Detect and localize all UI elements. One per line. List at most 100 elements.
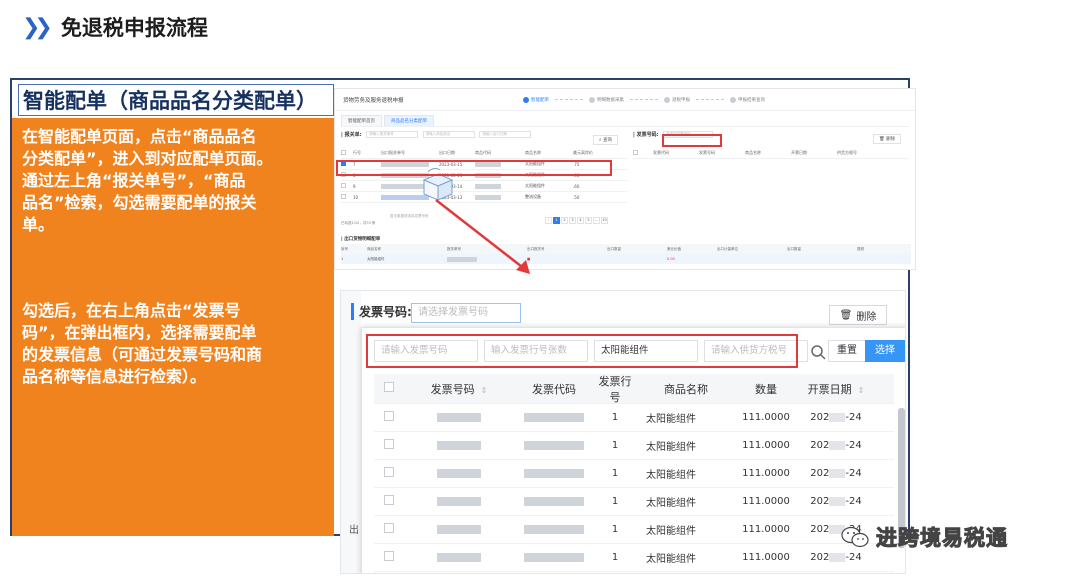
redacted-invoice-code <box>514 468 594 479</box>
page-button[interactable]: 3 <box>569 217 576 224</box>
table-row[interactable]: 1 太阳能组件 111.0000 202-24 <box>374 516 894 544</box>
date-part: -24 <box>845 552 862 563</box>
column-header: 行号 <box>353 150 361 155</box>
step-connector <box>630 99 658 100</box>
product-name: 太阳能组件 <box>646 554 696 565</box>
highlight-filter-row <box>366 334 798 368</box>
table-row[interactable]: 1 太阳能组件 111.0000 202-24 <box>374 404 894 432</box>
column-header: 发票号码 <box>699 150 715 155</box>
table-header: 发票代码 发票号码 商品名称 开票日期 供货方税号 <box>633 148 909 159</box>
page-button[interactable]: 4 <box>577 217 584 224</box>
header-checkbox[interactable] <box>633 150 653 156</box>
product-name-input[interactable]: 请输入商品品名 <box>422 131 475 138</box>
date-part: 202 <box>810 496 830 507</box>
product-name: 太阳能组件 <box>646 498 696 509</box>
page-button[interactable]: 10 <box>601 217 608 224</box>
table-row[interactable]: 1 太阳能组件 111.0000 202 -24 <box>374 488 894 516</box>
delete-label: 删除 <box>886 137 896 142</box>
step-connector <box>696 99 724 100</box>
line-number: 1 <box>611 496 619 507</box>
header-checkbox[interactable] <box>374 382 404 395</box>
row-number: 9 <box>353 183 356 189</box>
row-checkbox[interactable] <box>374 467 404 480</box>
column-header: 出口数量 <box>787 246 801 251</box>
delete-button[interactable]: 🗑 删除 <box>829 305 887 325</box>
checkbox-icon <box>384 382 394 392</box>
column-header: 商品代码 <box>475 150 491 155</box>
date-part: 202 <box>810 440 830 451</box>
sort-icon: ⇕ <box>480 385 488 395</box>
date-part: -24 <box>845 468 862 479</box>
instruction-line: 在智能配单页面，点击“商品品名 <box>22 127 257 146</box>
step-1[interactable]: 智能配单 <box>523 96 549 103</box>
search-icon[interactable] <box>810 344 826 360</box>
checkbox-icon <box>633 150 638 155</box>
query-button[interactable]: ⌕ 查询 <box>593 135 618 145</box>
instruction-line: 码”，在弹出框内，选择需要配单 <box>22 323 257 342</box>
tab-smart-home[interactable]: 智能配单首页 <box>341 115 382 126</box>
row-checkbox[interactable] <box>374 551 404 564</box>
line-number: 1 <box>611 468 619 479</box>
redacted-invoice-code <box>514 412 594 423</box>
column-header: 出口日期 <box>439 150 455 155</box>
redacted-invoice-number <box>404 468 514 479</box>
product-name: 太阳能组件 <box>646 442 696 453</box>
table-row[interactable]: 1 太阳能组件 111.0000 202-24 <box>374 544 894 572</box>
invoice-label: | 发票号码: <box>633 132 659 138</box>
column-header[interactable]: 发票号码 ⇕ <box>404 381 514 397</box>
header-checkbox[interactable] <box>341 150 353 156</box>
row-checkbox[interactable] <box>374 495 404 508</box>
table-row[interactable]: 9 2023-03-14 太阳能组件 .60 <box>341 181 627 192</box>
row-checkbox[interactable] <box>341 183 353 189</box>
page-button[interactable]: 1 <box>553 217 560 224</box>
invoice-delete-button[interactable]: 🗑 删除 <box>873 134 902 144</box>
delete-label: 删除 <box>856 311 877 323</box>
step-dot-icon <box>589 96 595 103</box>
date-part: -24 <box>845 496 862 507</box>
fob-value: .60 <box>573 183 580 189</box>
side-text: 出 <box>349 525 359 536</box>
checkbox-icon <box>384 411 394 421</box>
detail-header: 序号 商品名称 报关单号 出口报关号 出口数量 美元价值 出口计量单位 出口数量… <box>341 244 911 254</box>
date-part: 202 <box>810 552 830 563</box>
table-row[interactable]: 1 太阳能组件 111.0000 202-24 <box>374 432 894 460</box>
step-3[interactable]: 退税申报 <box>664 96 690 103</box>
detail-row[interactable]: 1 太阳能组件 ■ 0.00 <box>341 254 911 264</box>
step-dot-icon <box>664 96 670 103</box>
export-date-input[interactable]: 请输入出口日期 <box>479 131 532 138</box>
instruction-line: 品名”检索，勾选需要配单的报关 <box>22 193 257 212</box>
pagination: ‹ 1 2 3 4 5 ... 10 <box>545 217 608 224</box>
row-checkbox[interactable] <box>374 439 404 452</box>
invoice-number-label: 发票号码: <box>351 303 412 320</box>
select-button[interactable]: 选择 <box>865 340 905 362</box>
column-header: 商品名称 <box>525 150 541 155</box>
step-4[interactable]: 申报结果查询 <box>730 96 765 103</box>
line-number: 1 <box>611 412 619 423</box>
table-row[interactable]: 1 太阳能组件 111.0000 202-24 <box>374 460 894 488</box>
issue-date: 202 -24 <box>796 468 876 479</box>
quantity: 111.0000 <box>742 468 790 479</box>
quantity: 111.0000 <box>742 496 790 507</box>
arrow-icon <box>435 199 530 274</box>
row-checkbox[interactable] <box>341 194 353 200</box>
redacted-invoice-code <box>514 440 594 451</box>
row-checkbox[interactable] <box>374 523 404 536</box>
instruction-line: 品名称等信息进行检索）。 <box>22 367 207 386</box>
column-header[interactable]: 开票日期 ⇕ <box>796 381 876 397</box>
invoice-number-select[interactable]: 请选择发票号码 <box>411 303 521 323</box>
page-button[interactable]: 2 <box>561 217 568 224</box>
column-header: 出口数量 <box>607 246 621 251</box>
tab-product-category-matching[interactable]: 商品品名分类配单 <box>384 115 434 126</box>
issue-date: 202 -24 <box>796 552 876 563</box>
page-ellipsis: ... <box>593 217 600 224</box>
date-part: 202 <box>810 524 830 535</box>
redacted-code <box>475 183 525 189</box>
reset-button[interactable]: 重置 <box>828 340 866 362</box>
page-prev-button[interactable]: ‹ <box>545 217 552 224</box>
step-dot-icon <box>523 96 529 103</box>
step-2[interactable]: 明细数据采集 <box>589 96 624 103</box>
page-button[interactable]: 5 <box>585 217 592 224</box>
row-checkbox[interactable] <box>374 411 404 424</box>
declaration-number-input[interactable]: 请输入报关单号 <box>366 131 419 138</box>
step-label: 申报结果查询 <box>738 97 765 103</box>
